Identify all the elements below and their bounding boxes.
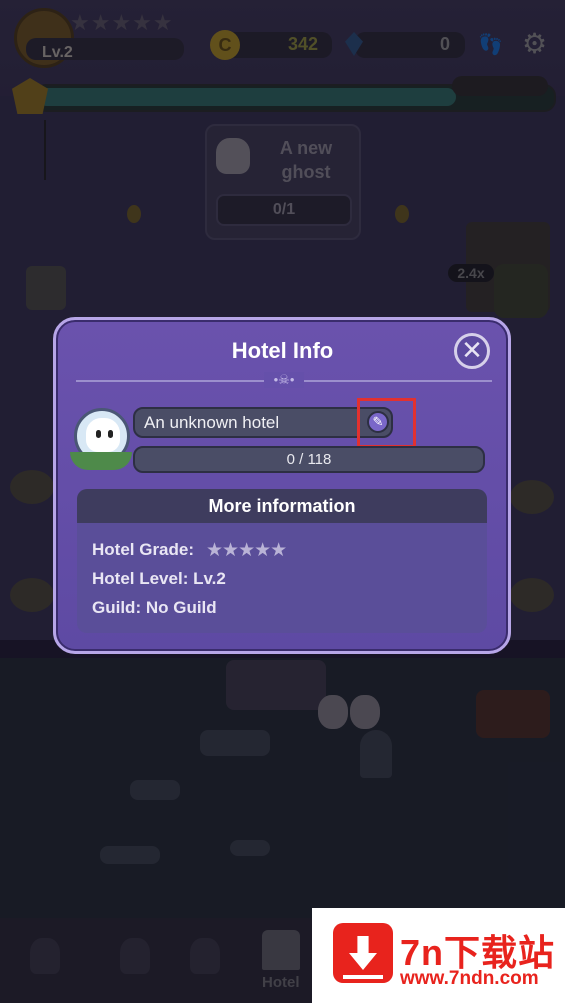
guild-label: Guild: [92,598,142,617]
guild-row: Guild: No Guild [92,598,217,618]
more-info-header: More information [77,489,487,523]
guild-value: No Guild [145,598,217,617]
hotel-grade-label: Hotel Grade: [92,540,195,559]
tutorial-highlight [357,398,416,448]
hotel-name-field[interactable]: An unknown hotel [133,407,393,438]
ghost-eye [108,430,113,438]
ghost-icon [86,418,120,452]
hotel-level-row: Hotel Level: Lv.2 [92,569,226,589]
close-button[interactable]: ✕ [454,333,490,369]
download-line-icon [343,975,383,979]
ghost-eye [96,430,101,438]
hotel-grade-stars: ★★★★★ [206,540,287,561]
skull-ornament-icon: •☠• [264,372,304,388]
hotel-level-label: Hotel Level: [92,569,189,588]
leaves-icon [70,452,132,470]
hotel-level-value: Lv.2 [193,569,226,588]
hotel-progress: 0 / 118 [133,446,485,473]
watermark-url: www.7ndn.com [400,968,539,989]
